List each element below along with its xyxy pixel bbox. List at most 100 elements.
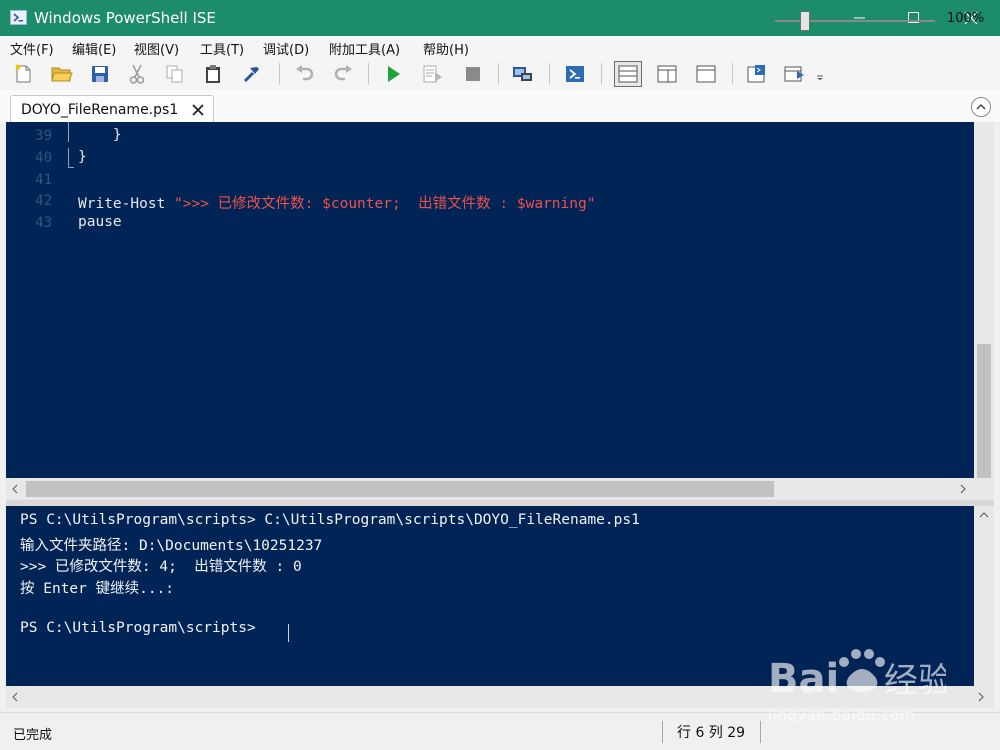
toolbar-separator: [601, 63, 602, 85]
line-number: 43: [35, 215, 52, 231]
chevron-up-icon: [976, 103, 986, 110]
watermark-url: jingyan.baidu.com: [768, 706, 915, 724]
layout-top-button[interactable]: [614, 61, 642, 87]
menu-addons[interactable]: 附加工具(A): [329, 39, 400, 58]
toolbar: [0, 58, 1000, 90]
text-cursor: [288, 624, 289, 642]
layout-maximize-icon: [696, 65, 716, 83]
code-line: }: [78, 149, 87, 165]
powershell-icon: [10, 9, 27, 26]
show-commands-button[interactable]: [240, 62, 264, 86]
editor-horizontal-scrollbar[interactable]: [6, 478, 974, 500]
collapse-script-pane-button[interactable]: [971, 97, 991, 117]
toolbar-separator: [549, 63, 550, 85]
fold-guide: [68, 122, 74, 142]
scroll-right-arrow[interactable]: [956, 482, 970, 496]
line-number: 39: [35, 128, 52, 144]
chevron-left-icon: [12, 692, 18, 702]
window-title: Windows PowerShell ISE: [34, 9, 216, 27]
zoom-level: 100%: [947, 11, 985, 26]
tab-close-button[interactable]: [191, 103, 205, 117]
run-selection-button[interactable]: [421, 62, 445, 86]
maximize-icon: [908, 12, 919, 23]
powershell-console-button[interactable]: [563, 62, 587, 86]
folder-icon: [51, 67, 73, 82]
run-button[interactable]: [382, 62, 406, 86]
layout-right-icon: [657, 65, 677, 83]
menu-debug[interactable]: 调试(D): [263, 39, 309, 58]
hammer-icon: [243, 67, 259, 83]
menu-file[interactable]: 文件(F): [10, 39, 54, 58]
new-file-button[interactable]: [12, 62, 36, 86]
code-line: Write-Host ">>> 已修改文件数: $counter; 出错文件数 …: [78, 192, 595, 213]
undo-icon: [296, 65, 314, 81]
stop-button[interactable]: [461, 62, 485, 86]
menu-view[interactable]: 视图(V): [134, 39, 179, 58]
layout-right-button[interactable]: [655, 62, 679, 86]
status-separator: [662, 721, 663, 743]
scrollbar-corner: [974, 478, 994, 500]
copy-button[interactable]: [163, 62, 187, 86]
layout-maximize-button[interactable]: [694, 62, 718, 86]
menu-tools[interactable]: 工具(T): [200, 39, 244, 58]
open-button[interactable]: [50, 62, 74, 86]
paste-button[interactable]: [201, 62, 225, 86]
chevron-up-icon: [979, 512, 989, 518]
toolbar-separator: [732, 63, 733, 85]
scroll-up-arrow[interactable]: [977, 508, 991, 522]
cut-button[interactable]: [125, 62, 149, 86]
clipboard-icon: [206, 65, 220, 83]
toolbar-overflow-button[interactable]: [813, 62, 827, 86]
minimize-button[interactable]: [837, 0, 883, 36]
new-file-icon: [15, 64, 31, 83]
svg-text:经验: 经验: [884, 661, 946, 701]
code-string: ">>> 已修改文件数: $counter; 出错文件数 : $warning": [174, 196, 596, 212]
svg-text:Bai: Bai: [768, 656, 839, 702]
console-line: PS C:\UtilsProgram\scripts> C:\UtilsProg…: [20, 512, 640, 528]
close-icon: [192, 104, 204, 116]
chevron-right-icon: [960, 484, 966, 494]
redo-button[interactable]: [331, 62, 355, 86]
console-vertical-scrollbar[interactable]: [974, 506, 994, 686]
code-line: pause: [78, 214, 122, 230]
toolbar-separator: [498, 63, 499, 85]
layout-top-icon: [618, 65, 638, 83]
line-number: 40: [35, 150, 52, 166]
menu-help[interactable]: 帮助(H): [423, 39, 469, 58]
zoom-slider-thumb[interactable]: [800, 11, 810, 31]
play-icon: [388, 66, 400, 82]
undo-button[interactable]: [293, 62, 317, 86]
tab-strip: DOYO_FileRename.ps1: [0, 90, 1000, 123]
console-prompt: PS C:\UtilsProgram\scripts>: [20, 620, 265, 636]
stop-icon: [466, 67, 480, 81]
chevron-right-icon: [978, 692, 984, 702]
title-bar: Windows PowerShell ISE: [0, 0, 1000, 36]
editor-horizontal-scroll-thumb[interactable]: [26, 481, 774, 497]
editor-vertical-scroll-thumb[interactable]: [977, 344, 991, 478]
tab-doyo-filerename[interactable]: DOYO_FileRename.ps1: [10, 95, 214, 123]
code-line: }: [78, 127, 122, 143]
status-text: 已完成: [13, 728, 53, 743]
toolbar-separator: [279, 63, 280, 85]
remote-powershell-button[interactable]: [511, 62, 535, 86]
toolbar-separator: [368, 63, 369, 85]
menu-edit[interactable]: 编辑(E): [72, 39, 116, 58]
save-button[interactable]: [88, 62, 112, 86]
code-command: Write-Host: [78, 196, 175, 212]
cursor-position: 行 6 列 29: [677, 725, 746, 741]
scroll-right-arrow[interactable]: [974, 690, 988, 704]
show-command-pane-button[interactable]: [783, 62, 807, 86]
scissors-icon: [129, 64, 145, 84]
scroll-left-arrow[interactable]: [8, 482, 22, 496]
show-script-pane-button[interactable]: [745, 62, 769, 86]
script-editor[interactable]: 39 40 41 42 43 } } Write-Host ">>> 已修改文件…: [6, 122, 974, 478]
editor-vertical-scrollbar[interactable]: [974, 122, 994, 478]
console-line: 输入文件夹路径: D:\Documents\10251237: [20, 538, 323, 554]
status-separator: [760, 721, 761, 743]
scroll-left-arrow[interactable]: [8, 690, 22, 704]
zoom-slider-track[interactable]: [775, 20, 935, 22]
menu-bar: 文件(F) 编辑(E) 视图(V) 工具(T) 调试(D) 附加工具(A) 帮助…: [0, 36, 1000, 58]
fold-guide: [68, 148, 74, 168]
maximize-button[interactable]: [891, 0, 937, 36]
console-line: 按 Enter 键继续...:: [20, 581, 175, 597]
